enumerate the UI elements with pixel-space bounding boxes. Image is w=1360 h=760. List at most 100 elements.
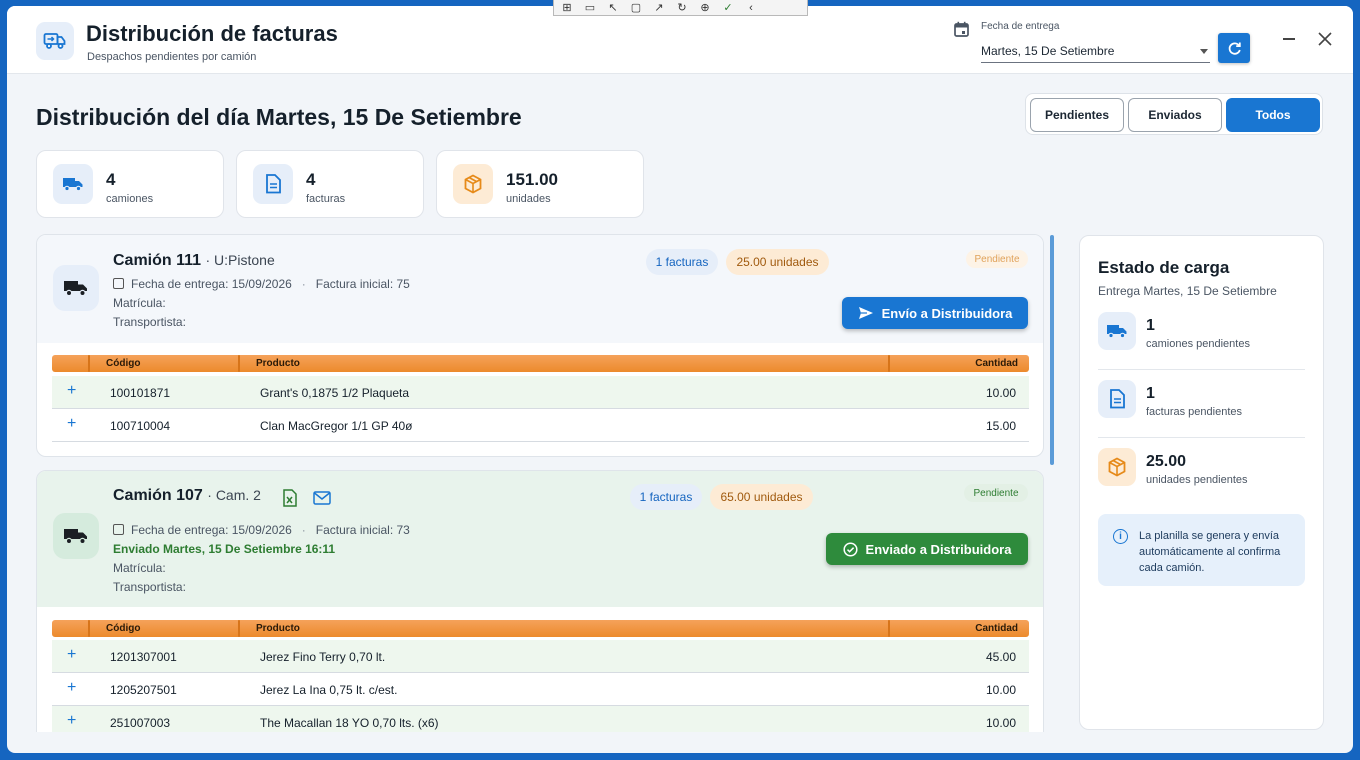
table-header: Código Producto Cantidad [52, 620, 1029, 637]
facturas-pill: 1 facturas [646, 249, 718, 275]
calendar-icon [113, 524, 124, 535]
truck-meta: Fecha de entrega: 15/09/2026 · Factura ini… [113, 523, 410, 537]
row-cantidad: 10.00 [985, 386, 1016, 400]
panel-title: Estado de carga [1098, 258, 1230, 277]
truck-arrow-icon [43, 33, 66, 49]
row-cantidad: 10.00 [985, 716, 1016, 730]
row-producto: Grant's 0,1875 1/2 Plaqueta [260, 386, 410, 400]
check-circle-icon [842, 541, 858, 557]
row-codigo: 251007003 [110, 716, 171, 730]
delivery-date: Fecha de entrega: 15/09/2026 [131, 523, 292, 537]
info-note: i La planilla se genera y envía automáti… [1098, 514, 1305, 586]
sent-timestamp: Enviado Martes, 15 De Setiembre 16:11 [113, 542, 336, 556]
overlay-toolbar: ⊞ ▭ ↖ ▢ ↗ ↻ ⊕ ✓ ‹ [553, 0, 808, 16]
table-row[interactable]: + 251007003 The Macallan 18 YO 0,70 lts.… [52, 706, 1029, 732]
expand-icon[interactable]: + [67, 646, 76, 664]
unidades-pill: 65.00 unidades [710, 484, 813, 510]
expand-icon[interactable]: + [67, 712, 76, 730]
expand-icon[interactable]: + [67, 382, 76, 400]
chevron-down-icon[interactable] [1200, 49, 1208, 54]
filter-enviados-button[interactable]: Enviados [1128, 98, 1222, 132]
select-element-icon[interactable]: ⊞ [560, 1, 574, 14]
date-value: Martes, 15 De Setiembre [981, 44, 1115, 58]
box-icon [453, 164, 493, 204]
frame-icon[interactable]: ▢ [629, 1, 643, 14]
truck-name: Camión 111 · U:Pistone [113, 252, 275, 270]
app-window: Distribución de facturas Despachos pendi… [7, 6, 1353, 753]
pointer-icon[interactable]: ↗ [652, 1, 666, 14]
filter-todos-button[interactable]: Todos [1226, 98, 1320, 132]
column-producto: Producto [256, 358, 300, 369]
document-icon [253, 164, 293, 204]
row-producto: Jerez La Ina 0,75 lt. c/est. [260, 683, 398, 697]
load-status-panel: Estado de carga Entrega Martes, 15 De Se… [1079, 235, 1324, 730]
row-codigo: 1205207501 [110, 683, 177, 697]
minimize-icon [1283, 38, 1295, 40]
truck-card: Camión 107 · Cam. 2 Fecha de entrega: 15… [36, 470, 1044, 732]
video-icon[interactable]: ▭ [583, 1, 597, 14]
sent-button-label: Enviado a Distribuidora [865, 541, 1012, 557]
row-producto: Clan MacGregor 1/1 GP 40ø [260, 419, 413, 433]
stat-label: facturas [306, 193, 346, 205]
table-row[interactable]: + 100710004 Clan MacGregor 1/1 GP 40ø 15… [52, 409, 1029, 442]
truck-meta: Fecha de entrega: 15/09/2026 · Factura ini… [113, 277, 410, 291]
table-row[interactable]: + 100101871 Grant's 0,1875 1/2 Plaqueta … [52, 376, 1029, 409]
app-logo [36, 22, 74, 60]
column-cantidad: Cantidad [975, 358, 1018, 369]
stat-label: unidades [506, 193, 551, 205]
row-producto: Jerez Fino Terry 0,70 lt. [260, 650, 386, 664]
email-icon[interactable] [313, 491, 331, 510]
truck-icon [1098, 312, 1136, 350]
stat-value: 151.00 [506, 170, 558, 189]
check-icon[interactable]: ✓ [721, 1, 735, 14]
truck-icon [53, 164, 93, 204]
truck-list[interactable]: Camión 111 · U:Pistone Fecha de entrega:… [36, 234, 1045, 732]
initial-invoice: Factura inicial: 75 [315, 277, 410, 291]
row-codigo: 1201307001 [110, 650, 177, 664]
minimize-button[interactable] [1280, 30, 1298, 48]
filter-pendientes-button[interactable]: Pendientes [1030, 98, 1124, 132]
app-title: Distribución de facturas [86, 21, 338, 46]
unidades-pill: 25.00 unidades [726, 249, 829, 275]
stat-label: camiones pendientes [1146, 338, 1250, 350]
delivery-date: Fecha de entrega: 15/09/2026 [131, 277, 292, 291]
truck-number: Camión 107 [113, 487, 203, 504]
row-cantidad: 10.00 [985, 683, 1016, 697]
excel-icon[interactable] [283, 489, 297, 512]
sent-to-distributor-button[interactable]: Enviado a Distribuidora [826, 533, 1028, 565]
status-badge: Pendiente [964, 484, 1028, 502]
stat-value: 4 [106, 170, 116, 189]
cursor-icon[interactable]: ↖ [606, 1, 620, 14]
truck-plate: Matrícula: [113, 561, 166, 575]
truck-number: Camión 111 [113, 252, 202, 269]
chevron-left-icon[interactable]: ‹ [744, 2, 758, 14]
expand-icon[interactable]: + [67, 679, 76, 697]
stat-card-unidades: 151.00 unidades [436, 150, 644, 218]
info-icon: i [1113, 529, 1128, 544]
stat-label: unidades pendientes [1146, 474, 1248, 486]
row-producto: The Macallan 18 YO 0,70 lts. (x6) [260, 716, 439, 730]
column-codigo: Código [106, 358, 141, 369]
truck-driver: · U:Pistone [205, 252, 275, 268]
row-cantidad: 15.00 [985, 419, 1016, 433]
page-title: Distribución del día Martes, 15 De Setie… [36, 104, 522, 130]
list-scrollbar[interactable] [1050, 235, 1054, 465]
status-badge: Pendiente [966, 250, 1028, 268]
box-icon [1098, 448, 1136, 486]
refresh-button[interactable] [1218, 33, 1250, 63]
initial-invoice: Factura inicial: 73 [315, 523, 410, 537]
sync-icon[interactable]: ↻ [675, 1, 689, 14]
expand-icon[interactable]: + [67, 415, 76, 433]
column-codigo: Código [106, 623, 141, 634]
document-icon [1098, 380, 1136, 418]
truck-plate: Matrícula: [113, 296, 166, 310]
table-row[interactable]: + 1205207501 Jerez La Ina 0,75 lt. c/est… [52, 673, 1029, 706]
send-to-distributor-button[interactable]: Envío a Distribuidora [842, 297, 1028, 329]
pending-invoices-stat: 1 facturas pendientes [1098, 370, 1305, 438]
date-select[interactable]: Martes, 15 De Setiembre [981, 40, 1210, 63]
close-button[interactable] [1316, 30, 1334, 48]
table-row[interactable]: + 1201307001 Jerez Fino Terry 0,70 lt. 4… [52, 640, 1029, 673]
stat-value: 4 [306, 170, 316, 189]
close-icon [1318, 32, 1332, 46]
accessibility-icon[interactable]: ⊕ [698, 1, 712, 14]
